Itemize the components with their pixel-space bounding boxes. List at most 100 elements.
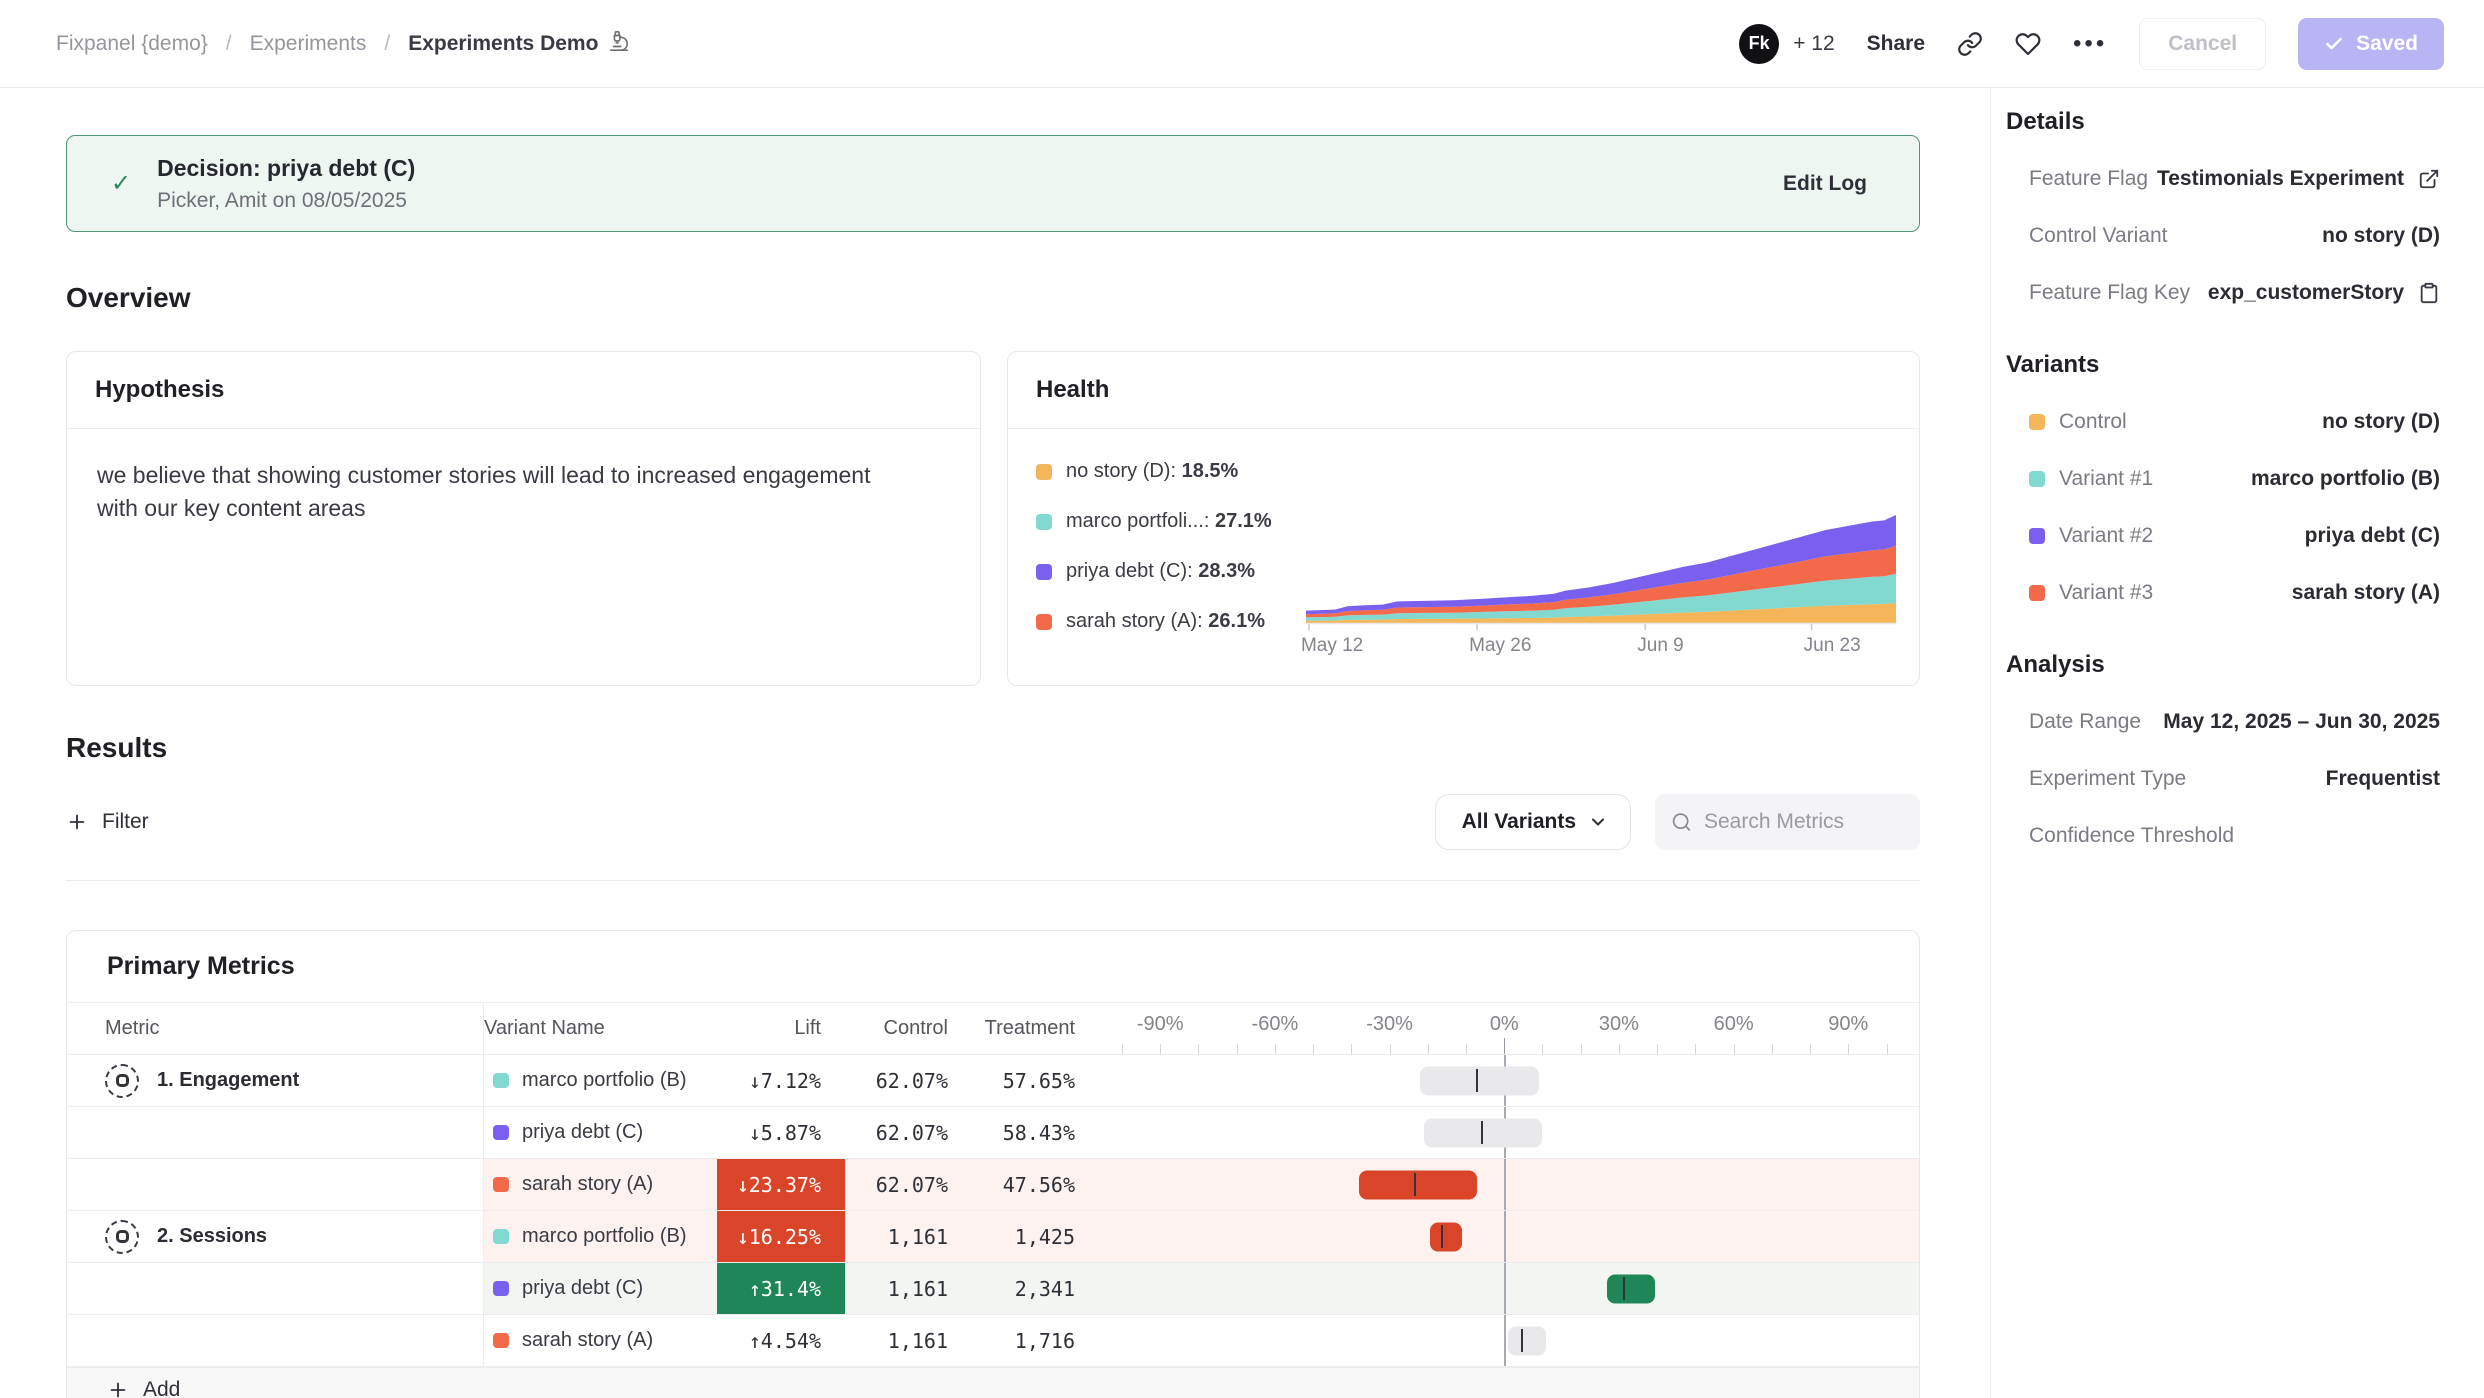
health-legend: no story (D): 18.5% marco portfoli...: 2… bbox=[1036, 460, 1272, 633]
variant-row: Variant #2 priya debt (C) bbox=[2006, 507, 2440, 564]
ruler-tick bbox=[1734, 1044, 1735, 1054]
health-card: Health no story (D): 18.5% marco portfol… bbox=[1007, 351, 1920, 686]
ruler-tick bbox=[1695, 1044, 1696, 1054]
column-header-variant: Variant Name bbox=[484, 1003, 717, 1054]
health-title: Health bbox=[1036, 376, 1109, 404]
avatar[interactable]: Fk bbox=[1739, 24, 1779, 64]
primary-metrics-title: Primary Metrics bbox=[107, 952, 295, 981]
ruler-tick bbox=[1887, 1044, 1888, 1054]
ruler-tick bbox=[1198, 1044, 1199, 1054]
table-row: priya debt (C) ↓5.87% 62.07% 58.43% bbox=[67, 1107, 1919, 1159]
variant-swatch bbox=[1036, 564, 1052, 580]
add-filter-button[interactable]: Filter bbox=[66, 810, 149, 834]
analysis-section: Analysis Date Range May 12, 2025 – Jun 3… bbox=[2006, 651, 2440, 864]
divider bbox=[66, 880, 1920, 881]
legend-item: sarah story (A): 26.1% bbox=[1036, 610, 1272, 633]
legend-item: priya debt (C): 28.3% bbox=[1036, 560, 1272, 583]
control-value: 62.07% bbox=[845, 1055, 952, 1106]
decision-title: Decision: priya debt (C) bbox=[157, 155, 1783, 182]
overview-heading: Overview bbox=[66, 282, 1920, 314]
variant-swatch bbox=[2029, 414, 2045, 430]
add-metric-button[interactable]: Add bbox=[107, 1378, 180, 1398]
confidence-interval-cell bbox=[1101, 1055, 1919, 1106]
confidence-interval-bar bbox=[1430, 1222, 1462, 1251]
ruler-tick bbox=[1619, 1044, 1620, 1054]
health-stacked-area-chart bbox=[1306, 507, 1896, 632]
plus-icon bbox=[107, 1379, 129, 1398]
breadcrumb-experiments[interactable]: Experiments bbox=[250, 32, 367, 56]
confidence-interval-bar bbox=[1420, 1066, 1538, 1095]
copy-icon[interactable] bbox=[2418, 282, 2440, 304]
axis-tick-label: 30% bbox=[1599, 1013, 1639, 1036]
metric-name: 2. Sessions bbox=[157, 1225, 267, 1248]
metric-name: 1. Engagement bbox=[157, 1069, 299, 1092]
confidence-interval-bar bbox=[1359, 1170, 1477, 1199]
ruler-tick bbox=[1504, 1038, 1505, 1054]
ruler-tick bbox=[1657, 1044, 1658, 1054]
variant-swatch bbox=[2029, 528, 2045, 544]
microscope-icon bbox=[608, 30, 630, 58]
search-metrics-input[interactable] bbox=[1704, 810, 1904, 834]
collaborators-count[interactable]: + 12 bbox=[1793, 32, 1834, 56]
control-value: 62.07% bbox=[845, 1159, 952, 1210]
details-heading: Details bbox=[2006, 108, 2440, 136]
variant-name: marco portfolio (B) bbox=[522, 1069, 687, 1092]
share-button[interactable]: Share bbox=[1867, 32, 1925, 56]
cancel-button[interactable]: Cancel bbox=[2139, 18, 2266, 70]
breadcrumb-separator: / bbox=[384, 32, 390, 56]
page-title: Experiments Demo bbox=[408, 32, 598, 56]
breadcrumb-project[interactable]: Fixpanel {demo} bbox=[56, 32, 208, 56]
check-icon: ✓ bbox=[111, 169, 131, 198]
variant-name: sarah story (A) bbox=[522, 1329, 653, 1352]
confidence-interval-cell bbox=[1101, 1263, 1919, 1314]
ruler-tick bbox=[1848, 1044, 1849, 1054]
zero-line bbox=[1504, 1315, 1506, 1366]
treatment-value: 57.65% bbox=[952, 1055, 1079, 1106]
health-chart-x-axis: May 12May 26Jun 9Jun 23 bbox=[1306, 635, 1896, 661]
lift-mean-tick bbox=[1481, 1121, 1483, 1144]
table-row: sarah story (A) ↑4.54% 1,161 1,716 bbox=[67, 1315, 1919, 1367]
topbar-actions: Fk + 12 Share ••• Cancel Saved bbox=[1739, 18, 2444, 70]
results-heading: Results bbox=[66, 732, 1920, 764]
goal-icon bbox=[105, 1220, 139, 1254]
variants-dropdown[interactable]: All Variants bbox=[1435, 794, 1631, 850]
ruler-tick bbox=[1237, 1044, 1238, 1054]
ruler-tick bbox=[1466, 1044, 1467, 1054]
search-metrics-box bbox=[1655, 794, 1920, 850]
column-header-metric: Metric bbox=[67, 1003, 484, 1054]
detail-row-feature-flag-key: Feature Flag Key exp_customerStory bbox=[2006, 264, 2440, 321]
confidence-interval-bar bbox=[1508, 1326, 1546, 1355]
decision-subtitle: Picker, Amit on 08/05/2025 bbox=[157, 189, 1783, 213]
zero-line bbox=[1504, 1263, 1506, 1314]
lift-mean-tick bbox=[1521, 1329, 1523, 1352]
top-bar: Fixpanel {demo} / Experiments / Experime… bbox=[0, 0, 2484, 88]
analysis-heading: Analysis bbox=[2006, 651, 2440, 679]
lift-value: ↑31.4% bbox=[717, 1263, 845, 1314]
saved-button[interactable]: Saved bbox=[2298, 18, 2444, 70]
variant-swatch bbox=[493, 1281, 509, 1296]
variant-swatch bbox=[1036, 514, 1052, 530]
treatment-value: 1,425 bbox=[952, 1211, 1079, 1262]
ruler-tick bbox=[1275, 1044, 1276, 1054]
lift-mean-tick bbox=[1476, 1069, 1478, 1092]
table-row: sarah story (A) ↓23.37% 62.07% 47.56% bbox=[67, 1159, 1919, 1211]
hypothesis-title: Hypothesis bbox=[95, 376, 224, 404]
variants-heading: Variants bbox=[2006, 351, 2440, 379]
confidence-interval-bar bbox=[1607, 1274, 1655, 1303]
ruler-tick bbox=[1390, 1044, 1391, 1054]
copy-link-icon[interactable] bbox=[1957, 31, 1983, 57]
axis-tick-label: 60% bbox=[1714, 1013, 1754, 1036]
more-options-icon[interactable]: ••• bbox=[2073, 30, 2107, 58]
lift-mean-tick bbox=[1441, 1225, 1443, 1248]
variant-swatch bbox=[2029, 471, 2045, 487]
axis-tick-label: -90% bbox=[1137, 1013, 1184, 1036]
edit-log-button[interactable]: Edit Log bbox=[1783, 172, 1867, 196]
zero-line bbox=[1504, 1211, 1506, 1262]
ruler-tick bbox=[1122, 1044, 1123, 1054]
details-sidebar: Details Feature Flag Testimonials Experi… bbox=[1990, 88, 2484, 1398]
external-link-icon[interactable] bbox=[2418, 168, 2440, 190]
analysis-row-experiment-type: Experiment Type Frequentist bbox=[2006, 750, 2440, 807]
variant-row: Control no story (D) bbox=[2006, 393, 2440, 450]
favorite-heart-icon[interactable] bbox=[2015, 31, 2041, 57]
column-header-treatment: Treatment bbox=[952, 1003, 1079, 1054]
